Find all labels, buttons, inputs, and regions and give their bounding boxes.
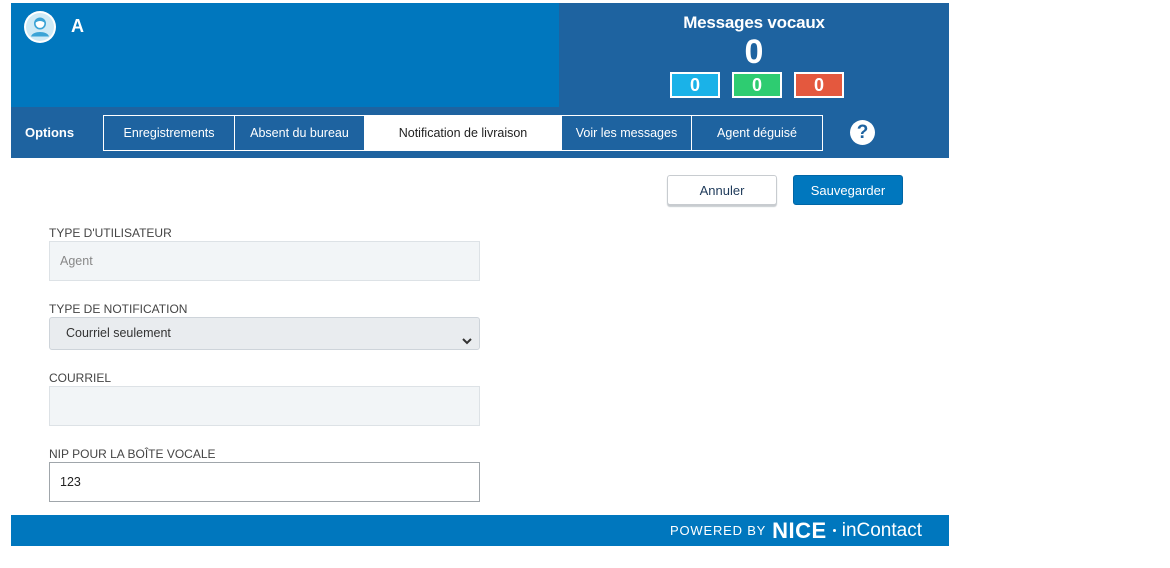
- user-panel: A: [11, 3, 559, 107]
- voicemail-counts: 0 0 0: [670, 72, 844, 98]
- voicemail-pin-label: NIP POUR LA BOÎTE VOCALE: [49, 447, 216, 461]
- notification-type-select[interactable]: Courriel seulement: [49, 317, 480, 350]
- voicemail-total: 0: [744, 33, 764, 71]
- voicemail-panel: Messages vocaux 0 0 0 0: [559, 3, 949, 107]
- save-button[interactable]: Sauvegarder: [793, 175, 903, 205]
- user-type-label: TYPE D'UTILISATEUR: [49, 226, 172, 240]
- voicemail-count-new[interactable]: 0: [670, 72, 720, 98]
- app-container: A Messages vocaux 0 0 0 0 Options Enregi…: [11, 3, 949, 158]
- tab-view-messages[interactable]: Voir les messages: [561, 115, 692, 151]
- brand-nice: NICE: [772, 517, 827, 543]
- user-type-field: Agent: [49, 241, 480, 281]
- voicemail-count-saved[interactable]: 0: [732, 72, 782, 98]
- powered-by-text: POWERED BY: [670, 523, 767, 538]
- options-label: Options: [25, 125, 75, 140]
- chevron-down-icon: [461, 328, 473, 359]
- user-avatar-icon: [24, 11, 56, 43]
- voicemail-title: Messages vocaux: [683, 13, 825, 32]
- user-name: A: [71, 16, 84, 36]
- tab-bar: Enregistrements Absent du bureau Notific…: [103, 115, 823, 151]
- notification-type-value: Courriel seulement: [66, 326, 171, 340]
- tab-recordings[interactable]: Enregistrements: [103, 115, 235, 151]
- email-field[interactable]: [49, 386, 480, 426]
- header: A Messages vocaux 0 0 0 0: [11, 3, 949, 107]
- footer: POWERED BY NICE inContact: [11, 515, 949, 546]
- powered-by-logo: POWERED BY NICE inContact: [670, 517, 922, 543]
- tab-out-of-office[interactable]: Absent du bureau: [234, 115, 365, 151]
- brand-incontact: inContact: [841, 519, 922, 541]
- options-nav: Options Enregistrements Absent du bureau…: [11, 107, 949, 158]
- notification-type-label: TYPE DE NOTIFICATION: [49, 302, 188, 316]
- help-icon[interactable]: ?: [850, 120, 875, 145]
- voicemail-count-urgent[interactable]: 0: [794, 72, 844, 98]
- brand-dot: [832, 529, 836, 532]
- email-label: COURRIEL: [49, 371, 112, 385]
- tab-delivery-notification[interactable]: Notification de livraison: [364, 115, 562, 151]
- voicemail-pin-field[interactable]: 123: [49, 462, 480, 502]
- tab-agent-disguise[interactable]: Agent déguisé: [691, 115, 823, 151]
- cancel-button[interactable]: Annuler: [667, 175, 777, 205]
